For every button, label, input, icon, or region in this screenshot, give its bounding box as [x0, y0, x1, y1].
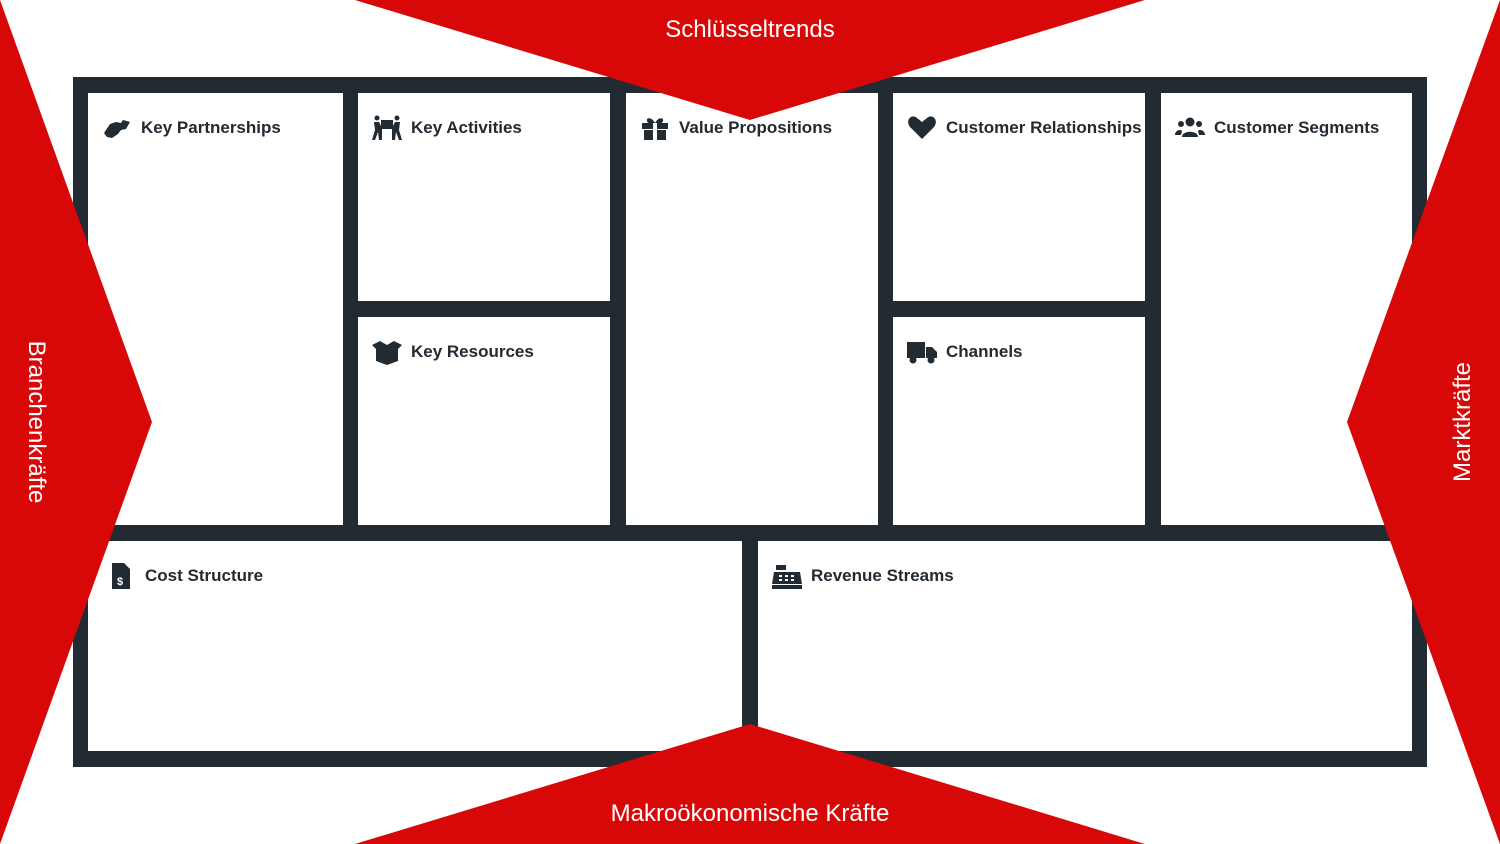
block-customer-segments[interactable]: Customer Segments	[1161, 93, 1412, 525]
block-label: Key Activities	[411, 118, 522, 137]
block-label: Channels	[946, 342, 1023, 361]
block-value-propositions[interactable]: Value Propositions	[626, 93, 878, 525]
block-label: Key Partnerships	[141, 118, 281, 137]
force-label-right: Marktkräfte	[1449, 361, 1476, 483]
block-customer-relationships[interactable]: Customer Relationships	[893, 93, 1145, 301]
block-key-activities[interactable]: Key Activities	[358, 93, 610, 301]
block-key-partnerships[interactable]: Key Partnerships	[88, 93, 343, 525]
open-box-icon	[372, 341, 402, 365]
block-label: Cost Structure	[145, 566, 264, 585]
truck-icon	[907, 342, 937, 364]
heart-icon	[908, 116, 936, 139]
block-revenue-streams[interactable]: Revenue Streams	[758, 541, 1412, 751]
force-label-bottom: Makroökonomische Kräfte	[610, 800, 890, 827]
force-label-left: Branchenkräfte	[23, 340, 50, 504]
svg-text:$: $	[117, 576, 123, 588]
force-label-top: Schlüsseltrends	[665, 16, 835, 43]
handshake-icon	[104, 120, 130, 138]
users-icon	[1175, 117, 1205, 137]
block-cost-structure[interactable]: $ Cost Structure	[88, 541, 742, 751]
block-label: Customer Relationships	[946, 118, 1142, 137]
block-label: Revenue Streams	[811, 566, 954, 585]
block-key-resources[interactable]: Key Resources	[358, 317, 610, 525]
gift-icon	[642, 118, 668, 140]
block-label: Customer Segments	[1214, 118, 1380, 137]
block-label: Value Propositions	[679, 118, 833, 137]
cash-register-icon	[772, 565, 802, 589]
block-channels[interactable]: Channels	[893, 317, 1145, 525]
people-carry-icon	[372, 115, 402, 140]
invoice-dollar-icon: $	[112, 563, 130, 589]
block-label: Key Resources	[411, 342, 534, 361]
